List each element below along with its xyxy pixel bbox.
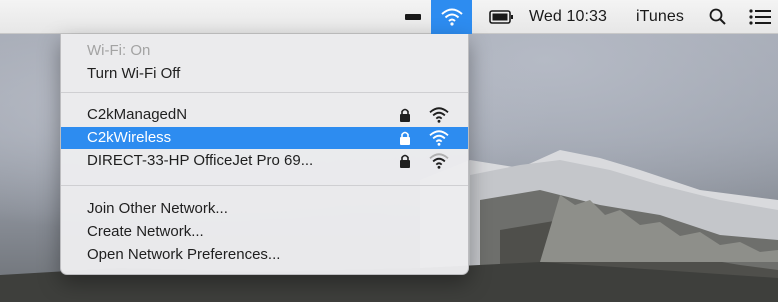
lock-icon [400,131,410,145]
network-name: C2kWireless [87,129,172,146]
menu-bar: Wed 10:33 iTunes [0,0,778,34]
wifi-signal-weak-icon [429,153,449,169]
wifi-status-label: Wi-Fi: On [87,42,151,59]
wifi-menu-extra-button[interactable] [431,0,472,34]
notification-center-icon[interactable] [748,0,772,34]
network-item-c2kmanagedn[interactable]: C2kManagedN [61,104,468,126]
network-name: DIRECT-33-HP OfficeJet Pro 69... [87,152,314,169]
lock-icon [400,154,410,168]
wifi-signal-icon [429,130,449,146]
menu-separator [61,185,468,186]
menubar-app-itunes[interactable]: iTunes [636,0,684,34]
create-network-item[interactable]: Create Network... [61,221,468,243]
open-network-preferences-item[interactable]: Open Network Preferences... [61,244,468,266]
network-item-c2kwireless[interactable]: C2kWireless [61,127,468,149]
network-name: C2kManagedN [87,106,188,123]
spotlight-search-icon[interactable] [708,0,728,34]
battery-icon[interactable] [489,0,515,34]
lock-icon [400,108,410,122]
wifi-icon [441,8,463,26]
battery-saver-icon[interactable] [404,0,422,34]
wifi-dropdown-menu: Wi-Fi: On Turn Wi-Fi Off C2kManagedN C2k… [60,34,469,275]
menu-separator [61,92,468,93]
turn-wifi-off-item[interactable]: Turn Wi-Fi Off [61,63,468,85]
network-item-direct-33-hp[interactable]: DIRECT-33-HP OfficeJet Pro 69... [61,150,468,172]
join-other-network-item[interactable]: Join Other Network... [61,198,468,220]
menubar-clock[interactable]: Wed 10:33 [529,0,607,34]
wifi-signal-icon [429,107,449,123]
